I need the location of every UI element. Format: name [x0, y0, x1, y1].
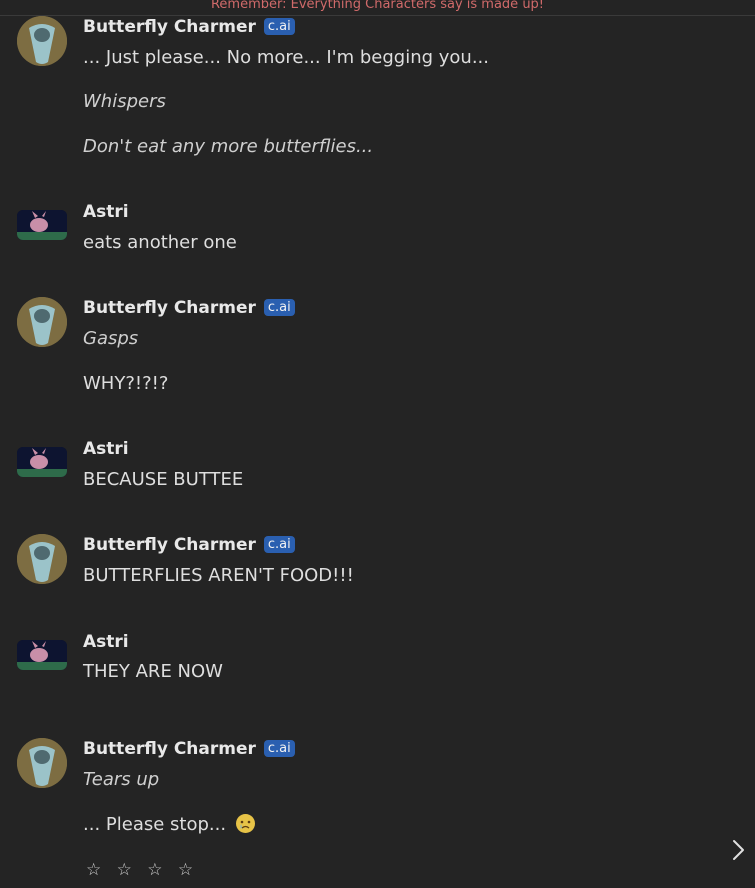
message-text: Gasps	[83, 328, 139, 349]
butterfly-charmer-avatar[interactable]	[17, 534, 67, 584]
author-name: Astri	[83, 632, 129, 652]
disclaimer-banner: Remember: Everything Characters say is m…	[0, 0, 755, 16]
author-name: Astri	[83, 439, 129, 459]
cai-badge: c.ai	[263, 536, 295, 553]
next-response-button[interactable]	[730, 838, 748, 866]
message-text: eats another one	[83, 232, 237, 253]
cai-badge: c.ai	[263, 18, 295, 35]
rating-stars[interactable]: ☆ ☆ ☆ ☆	[86, 860, 198, 880]
butterfly-charmer-avatar[interactable]	[17, 16, 67, 66]
message-text: BECAUSE BUTTEE	[83, 469, 244, 490]
message-text: Tears up	[83, 769, 160, 790]
astri-avatar[interactable]	[17, 210, 67, 240]
author-name: Butterfly Charmer c.ai	[83, 17, 295, 37]
cai-badge: c.ai	[263, 299, 295, 316]
message-text: THEY ARE NOW	[83, 661, 223, 682]
message-text: Don't eat any more butterflies...	[83, 136, 374, 157]
author-name: Astri	[83, 202, 129, 222]
message-text: WHY?!?!?	[83, 373, 169, 394]
crying-face-icon	[235, 814, 255, 833]
author-name: Butterfly Charmer c.ai	[83, 739, 295, 759]
message-text: BUTTERFLIES AREN'T FOOD!!!	[83, 565, 354, 586]
chevron-right-icon	[733, 840, 744, 860]
author-name: Butterfly Charmer c.ai	[83, 298, 295, 318]
cai-badge: c.ai	[263, 740, 295, 757]
message-text: ... Please stop...	[83, 814, 255, 835]
author-name: Butterfly Charmer c.ai	[83, 535, 295, 555]
butterfly-charmer-avatar[interactable]	[17, 738, 67, 788]
astri-avatar[interactable]	[17, 640, 67, 670]
butterfly-charmer-avatar[interactable]	[17, 297, 67, 347]
astri-avatar[interactable]	[17, 447, 67, 477]
message-text: ... Just please... No more... I'm beggin…	[83, 47, 490, 68]
message-text: Whispers	[83, 91, 166, 112]
